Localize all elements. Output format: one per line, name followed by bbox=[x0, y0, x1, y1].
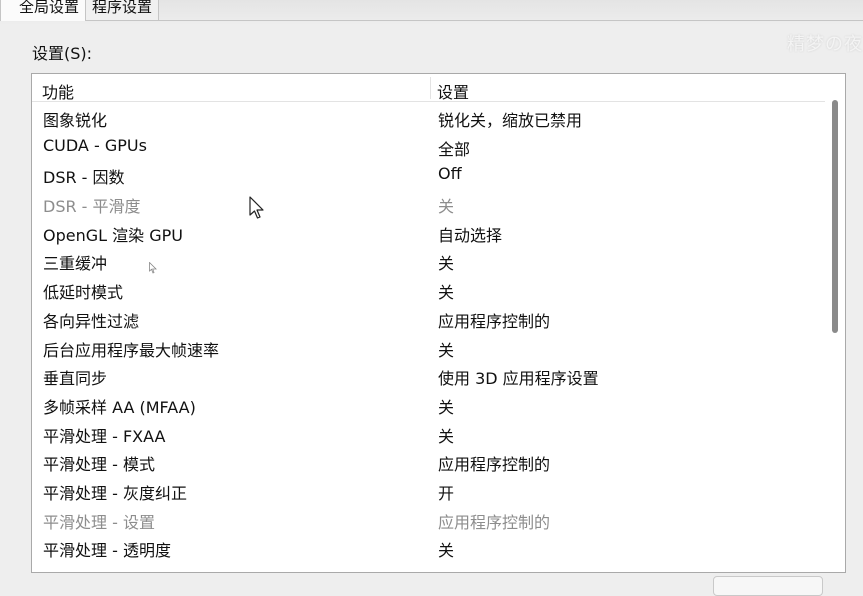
tab-panel-border bbox=[0, 20, 863, 21]
scrollbar-thumb[interactable] bbox=[832, 100, 838, 333]
table-row[interactable]: DSR - 平滑度 关 bbox=[32, 189, 832, 218]
settings-label: 设置(S): bbox=[32, 44, 93, 63]
feature-cell: CUDA - GPUs bbox=[43, 135, 147, 155]
feature-cell: 低延时模式 bbox=[43, 283, 124, 303]
vertical-scrollbar[interactable] bbox=[831, 100, 839, 570]
table-row[interactable]: 平滑处理 - FXAA 关 bbox=[32, 419, 832, 448]
column-separator[interactable] bbox=[430, 77, 431, 99]
table-row[interactable]: DSR - 因数 Off bbox=[32, 160, 832, 189]
setting-value-cell[interactable]: 开 bbox=[438, 480, 454, 504]
table-row[interactable]: CUDA - GPUs 全部 bbox=[32, 132, 832, 161]
table-row[interactable]: 平滑处理 - 透明度 关 bbox=[32, 533, 832, 562]
table-row[interactable]: OpenGL 渲染 GPU 自动选择 bbox=[32, 218, 832, 247]
column-header-setting[interactable]: 设置 bbox=[437, 79, 469, 103]
table-row[interactable]: 垂直同步 使用 3D 应用程序设置 bbox=[32, 361, 832, 390]
feature-cell: DSR - 因数 bbox=[43, 168, 125, 188]
bottom-button[interactable] bbox=[713, 576, 823, 596]
feature-cell: DSR - 平滑度 bbox=[43, 197, 141, 217]
setting-value-cell[interactable]: 使用 3D 应用程序设置 bbox=[438, 365, 599, 389]
setting-value-cell[interactable]: 自动选择 bbox=[438, 222, 502, 246]
feature-cell: 平滑处理 - 设置 bbox=[43, 512, 155, 532]
feature-cell: 三重缓冲 bbox=[43, 254, 108, 274]
setting-value-cell[interactable]: 关 bbox=[438, 423, 454, 447]
setting-value-cell[interactable]: 关 bbox=[438, 537, 454, 561]
table-row[interactable]: 平滑处理 - 设置 应用程序控制的 bbox=[32, 505, 832, 534]
table-row[interactable]: 图象锐化 锐化关，缩放已禁用 bbox=[32, 103, 832, 132]
setting-value-cell[interactable]: 关 bbox=[438, 193, 454, 217]
setting-value-cell[interactable]: 应用程序控制的 bbox=[438, 509, 550, 533]
column-header-feature[interactable]: 功能 bbox=[42, 79, 74, 103]
setting-value-cell[interactable]: 关 bbox=[438, 250, 454, 274]
table-row[interactable]: 后台应用程序最大帧速率 关 bbox=[32, 333, 832, 362]
feature-cell: 平滑处理 - 透明度 bbox=[43, 541, 171, 561]
setting-value-cell[interactable]: 关 bbox=[438, 279, 454, 303]
setting-value-cell[interactable]: 应用程序控制的 bbox=[438, 308, 550, 332]
feature-cell: 平滑处理 - 灰度纠正 bbox=[43, 483, 187, 503]
table-row[interactable]: 低延时模式 关 bbox=[32, 275, 832, 304]
tab-bar: 全局设置 程序设置 bbox=[0, 0, 160, 21]
watermark: 精梦の夜 bbox=[787, 34, 863, 55]
mouse-pointer-icon bbox=[249, 196, 264, 219]
setting-value-cell[interactable]: 全部 bbox=[438, 136, 470, 160]
settings-list[interactable]: 功能 设置 图象锐化 锐化关，缩放已禁用 CUDA - GPUs 全部 DSR - 因数… bbox=[31, 73, 846, 573]
feature-cell: 图象锐化 bbox=[43, 111, 108, 130]
setting-value-cell[interactable]: Off bbox=[438, 164, 462, 183]
setting-value-cell[interactable]: 应用程序控制的 bbox=[438, 451, 550, 475]
setting-value-cell[interactable]: 关 bbox=[438, 337, 454, 361]
setting-value-cell[interactable]: 关 bbox=[438, 394, 454, 418]
list-header: 功能 设置 bbox=[32, 74, 825, 102]
mouse-pointer-icon bbox=[149, 262, 157, 274]
settings-rows: 图象锐化 锐化关，缩放已禁用 CUDA - GPUs 全部 DSR - 因数 Off DSR… bbox=[32, 103, 832, 562]
table-row[interactable]: 平滑处理 - 模式 应用程序控制的 bbox=[32, 447, 832, 476]
tab-global-settings[interactable]: 全局设置 bbox=[0, 0, 87, 21]
feature-cell: 垂直同步 bbox=[43, 369, 108, 389]
table-row[interactable]: 多帧采样 AA (MFAA) 关 bbox=[32, 390, 832, 419]
table-row[interactable]: 各向异性过滤 应用程序控制的 bbox=[32, 304, 832, 333]
feature-cell: 平滑处理 - FXAA bbox=[43, 426, 166, 446]
feature-cell: 平滑处理 - 模式 bbox=[43, 455, 155, 475]
feature-cell: 各向异性过滤 bbox=[43, 311, 140, 331]
feature-cell: 后台应用程序最大帧速率 bbox=[43, 340, 220, 360]
table-row[interactable]: 平滑处理 - 灰度纠正 开 bbox=[32, 476, 832, 505]
feature-cell: 多帧采样 AA (MFAA) bbox=[43, 397, 196, 417]
feature-cell: OpenGL 渲染 GPU bbox=[43, 225, 183, 245]
tab-program-settings[interactable]: 程序设置 bbox=[86, 0, 160, 20]
setting-value-cell[interactable]: 锐化关，缩放已禁用 bbox=[438, 107, 582, 131]
